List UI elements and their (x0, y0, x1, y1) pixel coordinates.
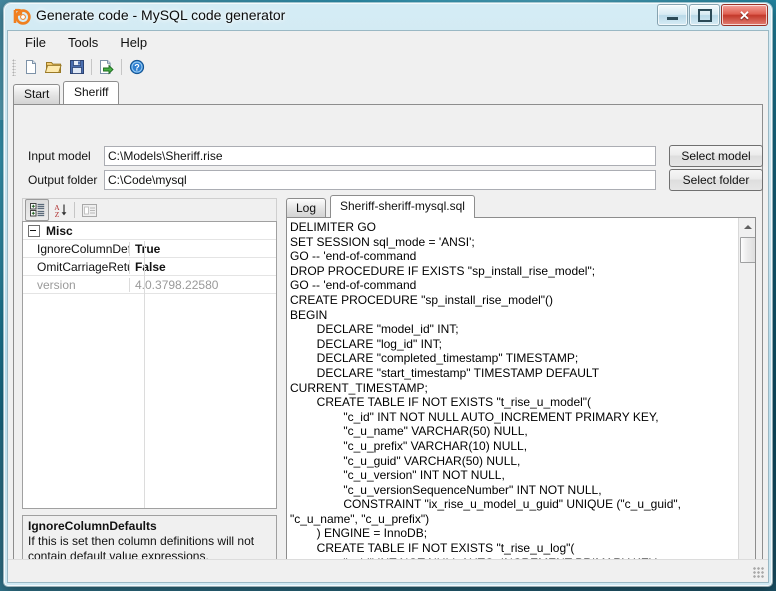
toolbar-separator-2 (121, 59, 122, 75)
select-model-button[interactable]: Select model (669, 145, 763, 167)
scrollbar-thumb[interactable] (740, 237, 755, 263)
property-pages-button[interactable] (78, 200, 100, 220)
menu-bar: File Tools Help (8, 31, 768, 54)
toolbar-grip[interactable] (12, 58, 16, 76)
code-tabstrip: Log Sheriff-sheriff-mysql.sql (286, 195, 756, 218)
help-icon[interactable]: ? (125, 56, 148, 78)
select-folder-button[interactable]: Select folder (669, 169, 763, 191)
svg-text:?: ? (134, 63, 140, 73)
input-model-label: Input model (28, 149, 91, 163)
main-tabstrip: Start Sheriff (13, 81, 768, 104)
code-editor[interactable]: DELIMITER GO SET SESSION sql_mode = 'ANS… (286, 217, 756, 573)
categorized-view-button[interactable] (25, 199, 49, 221)
title-bar[interactable]: Generate code - MySQL code generator ✕ (4, 3, 772, 30)
code-tab-log[interactable]: Log (286, 198, 327, 217)
menu-item-tools[interactable]: Tools (57, 32, 109, 53)
client-area: File Tools Help ? Start Sheriff Input mo… (7, 30, 769, 583)
property-grid-toolbar: A Z (22, 198, 277, 221)
code-vertical-scrollbar[interactable] (738, 218, 755, 572)
property-category-label: Misc (46, 223, 73, 238)
property-row-version[interactable]: version 4.0.3798.22580 (23, 276, 276, 294)
property-grid-toolbar-separator (74, 202, 75, 218)
collapse-icon[interactable] (28, 224, 40, 237)
open-folder-icon[interactable] (42, 56, 65, 78)
minimize-icon (667, 16, 678, 20)
property-row-omitcarriagereturn[interactable]: OmitCarriageReturn False (23, 258, 276, 276)
menu-item-file[interactable]: File (14, 32, 57, 53)
maximize-button[interactable] (689, 4, 720, 26)
application-window: Generate code - MySQL code generator ✕ F… (4, 3, 772, 586)
window-title: Generate code - MySQL code generator (36, 7, 286, 23)
rise-logo-icon (12, 7, 31, 26)
output-folder-label: Output folder (28, 173, 98, 187)
save-icon[interactable] (65, 56, 88, 78)
input-model-field[interactable] (104, 146, 656, 166)
output-folder-row: Output folder Select folder (14, 105, 764, 191)
close-button[interactable]: ✕ (721, 4, 768, 26)
property-category-misc[interactable]: Misc (23, 222, 276, 240)
code-content[interactable]: DELIMITER GO SET SESSION sql_mode = 'ANS… (290, 220, 736, 572)
generate-export-icon[interactable] (95, 56, 118, 78)
property-row-ignorecolumndefault[interactable]: IgnoreColumnDefault True (23, 240, 276, 258)
resize-grip[interactable] (753, 567, 765, 579)
property-name: IgnoreColumnDefault (23, 241, 130, 256)
svg-text:Z: Z (55, 210, 60, 218)
minimize-button[interactable] (657, 4, 688, 26)
new-file-icon[interactable] (19, 56, 42, 78)
tab-sheriff[interactable]: Sheriff (63, 81, 120, 104)
property-value[interactable]: True (130, 242, 160, 256)
property-name: OmitCarriageReturn (23, 259, 130, 274)
maximize-icon (697, 8, 712, 22)
menu-item-help[interactable]: Help (109, 32, 158, 53)
property-grid-splitter[interactable] (144, 241, 145, 508)
alphabetical-sort-button[interactable]: A Z (49, 200, 71, 220)
output-folder-field[interactable] (104, 170, 656, 190)
status-bar (8, 559, 768, 582)
toolbar: ? (8, 54, 768, 80)
scroll-up-icon[interactable] (739, 218, 755, 235)
property-grid[interactable]: Misc IgnoreColumnDefault True OmitCarria… (22, 221, 277, 509)
toolbar-separator-1 (91, 59, 92, 75)
code-tab-sql[interactable]: Sheriff-sheriff-mysql.sql (330, 195, 475, 218)
property-value[interactable]: False (130, 260, 166, 274)
window-controls: ✕ (657, 4, 768, 26)
tab-start[interactable]: Start (13, 84, 61, 104)
property-description-title: IgnoreColumnDefaults (28, 519, 157, 533)
property-name: version (23, 277, 130, 292)
close-icon: ✕ (739, 7, 750, 23)
